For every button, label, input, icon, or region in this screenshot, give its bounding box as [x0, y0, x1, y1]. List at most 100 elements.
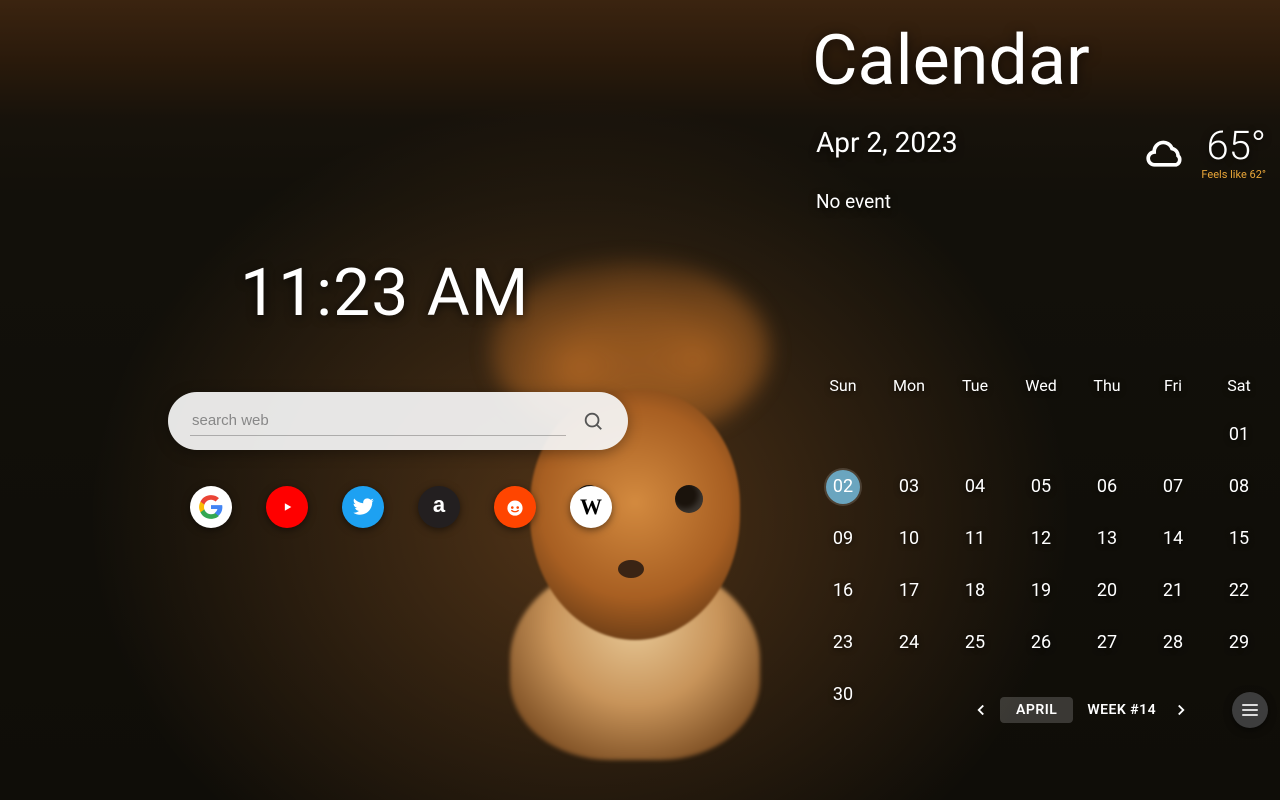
- search-input[interactable]: [190, 406, 566, 436]
- month-calendar: SunMonTueWedThuFriSat 01 02 03 04 05 06 07 08 09…: [810, 370, 1272, 721]
- current-date: Apr 2, 2023: [816, 126, 958, 159]
- calendar-day-header: Sat: [1206, 370, 1272, 409]
- calendar-day[interactable]: 28: [1140, 617, 1206, 669]
- calendar-day[interactable]: 14: [1140, 513, 1206, 565]
- calendar-day-number: 18: [958, 574, 992, 608]
- search-button[interactable]: [576, 404, 610, 438]
- weather-feels-like: Feels like 62°: [1201, 168, 1266, 181]
- calendar-day[interactable]: 19: [1008, 565, 1074, 617]
- calendar-day[interactable]: 11: [942, 513, 1008, 565]
- cloud-icon: [1145, 130, 1189, 174]
- calendar-day-number: 15: [1222, 522, 1256, 556]
- calendar-day[interactable]: 07: [1140, 461, 1206, 513]
- calendar-day-number: 22: [1222, 574, 1256, 608]
- calendar-day-number: 29: [1222, 626, 1256, 660]
- weather-widget[interactable]: 65° Feels like 62°: [1145, 126, 1266, 181]
- calendar-day[interactable]: 22: [1206, 565, 1272, 617]
- calendar-day[interactable]: 21: [1140, 565, 1206, 617]
- shortcut-amazon[interactable]: a: [418, 486, 460, 528]
- next-month-button[interactable]: [1170, 699, 1192, 721]
- month-label-button[interactable]: APRIL: [1000, 697, 1073, 723]
- calendar-day-number: 27: [1090, 626, 1124, 660]
- calendar-empty-cell: [1074, 409, 1140, 461]
- calendar-day-header: Tue: [942, 370, 1008, 409]
- week-label: WEEK #14: [1081, 697, 1162, 723]
- calendar-empty-cell: [1140, 409, 1206, 461]
- calendar-day-number: 13: [1090, 522, 1124, 556]
- calendar-empty-cell: [1008, 409, 1074, 461]
- calendar-day[interactable]: 10: [876, 513, 942, 565]
- shortcut-row: a W: [190, 486, 612, 528]
- shortcut-twitter[interactable]: [342, 486, 384, 528]
- calendar-day[interactable]: 16: [810, 565, 876, 617]
- calendar-day[interactable]: 30: [810, 669, 876, 721]
- calendar-day[interactable]: 24: [876, 617, 942, 669]
- amazon-icon: a: [433, 494, 445, 516]
- calendar-day[interactable]: 12: [1008, 513, 1074, 565]
- calendar-grid: 01 02 03 04 05 06 07 08 09 10 11 12 13 14 15 16 17 18 19 20…: [810, 409, 1272, 721]
- calendar-day[interactable]: 09: [810, 513, 876, 565]
- calendar-day[interactable]: 26: [1008, 617, 1074, 669]
- calendar-day-number: 14: [1156, 522, 1190, 556]
- calendar-day-headers: SunMonTueWedThuFriSat: [810, 370, 1272, 409]
- calendar-day-number: 17: [892, 574, 926, 608]
- calendar-day[interactable]: 01: [1206, 409, 1272, 461]
- search-bar[interactable]: [168, 392, 628, 450]
- calendar-title: Calendar: [812, 20, 1090, 102]
- calendar-day[interactable]: 04: [942, 461, 1008, 513]
- calendar-day[interactable]: 25: [942, 617, 1008, 669]
- calendar-day[interactable]: 08: [1206, 461, 1272, 513]
- calendar-day[interactable]: 06: [1074, 461, 1140, 513]
- calendar-day-number: 20: [1090, 574, 1124, 608]
- calendar-day-header: Sun: [810, 370, 876, 409]
- calendar-day-number: 02: [826, 470, 860, 504]
- twitter-icon: [350, 494, 376, 520]
- calendar-day[interactable]: 03: [876, 461, 942, 513]
- calendar-day[interactable]: 17: [876, 565, 942, 617]
- shortcut-reddit[interactable]: [494, 486, 536, 528]
- calendar-day-number: 04: [958, 470, 992, 504]
- shortcut-google[interactable]: [190, 486, 232, 528]
- calendar-day-number: 16: [826, 574, 860, 608]
- menu-button[interactable]: [1232, 692, 1268, 728]
- google-icon: [198, 494, 224, 520]
- shortcut-youtube[interactable]: [266, 486, 308, 528]
- calendar-day[interactable]: 05: [1008, 461, 1074, 513]
- calendar-day-number: 07: [1156, 470, 1190, 504]
- calendar-day-number: 05: [1024, 470, 1058, 504]
- calendar-day-number: 24: [892, 626, 926, 660]
- event-summary: No event: [816, 190, 891, 213]
- search-icon: [582, 410, 604, 432]
- prev-month-button[interactable]: [970, 699, 992, 721]
- youtube-icon: [274, 494, 300, 520]
- calendar-day-number: 03: [892, 470, 926, 504]
- calendar-day-number: 26: [1024, 626, 1058, 660]
- calendar-empty-cell: [876, 409, 942, 461]
- calendar-day[interactable]: 18: [942, 565, 1008, 617]
- calendar-day[interactable]: 15: [1206, 513, 1272, 565]
- calendar-day[interactable]: 29: [1206, 617, 1272, 669]
- calendar-day-number: 30: [826, 678, 860, 712]
- shortcut-wikipedia[interactable]: W: [570, 486, 612, 528]
- calendar-day[interactable]: 27: [1074, 617, 1140, 669]
- calendar-day[interactable]: 13: [1074, 513, 1140, 565]
- calendar-day-number: 19: [1024, 574, 1058, 608]
- calendar-day-number: 28: [1156, 626, 1190, 660]
- calendar-footer: APRIL WEEK #14: [970, 697, 1192, 723]
- calendar-day-number: 01: [1222, 418, 1256, 452]
- calendar-day-number: 11: [958, 522, 992, 556]
- reddit-icon: [502, 494, 528, 520]
- calendar-day-number: 08: [1222, 470, 1256, 504]
- calendar-empty-cell: [942, 409, 1008, 461]
- menu-icon: [1242, 709, 1258, 711]
- calendar-day-header: Fri: [1140, 370, 1206, 409]
- calendar-day[interactable]: 20: [1074, 565, 1140, 617]
- calendar-day[interactable]: 02: [810, 461, 876, 513]
- calendar-day-number: 06: [1090, 470, 1124, 504]
- calendar-day[interactable]: 23: [810, 617, 876, 669]
- calendar-day-header: Mon: [876, 370, 942, 409]
- calendar-day-header: Thu: [1074, 370, 1140, 409]
- calendar-day-number: 10: [892, 522, 926, 556]
- calendar-day-header: Wed: [1008, 370, 1074, 409]
- chevron-right-icon: [1172, 701, 1190, 719]
